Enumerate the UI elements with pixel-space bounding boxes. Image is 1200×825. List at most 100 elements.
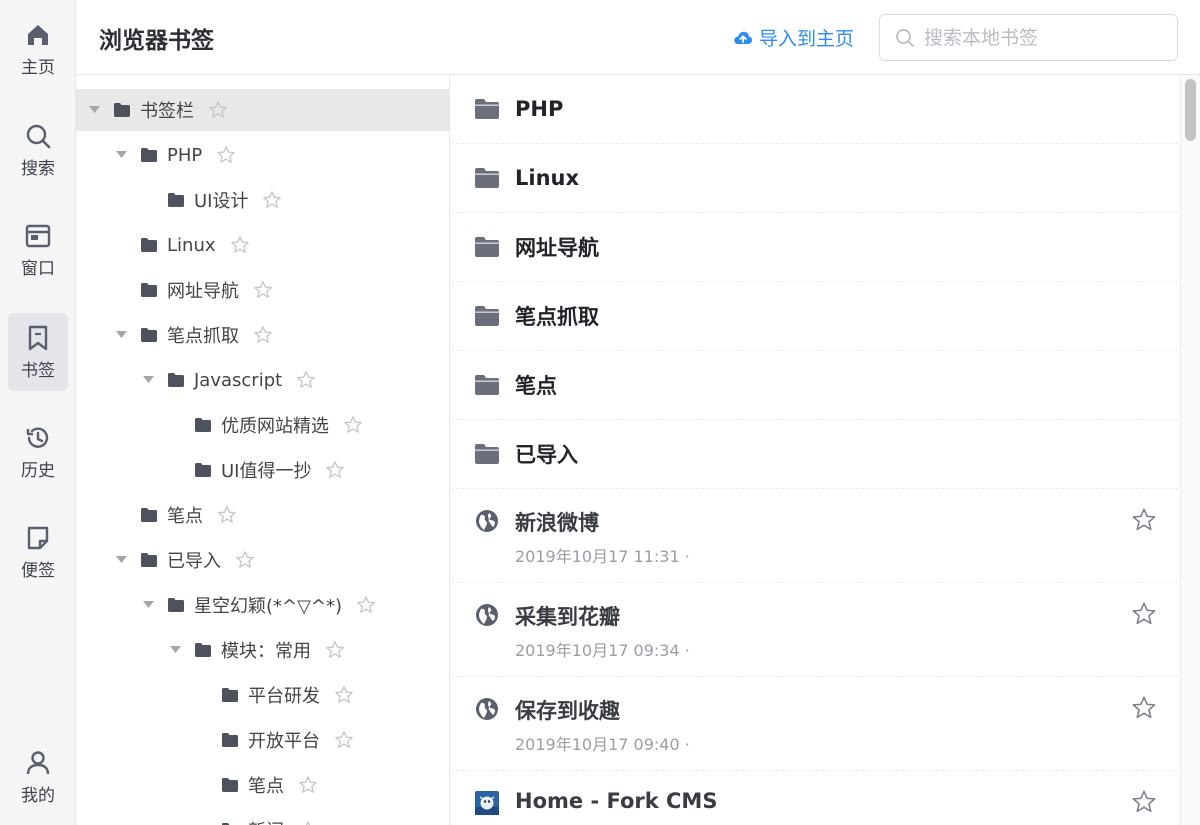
window-icon — [25, 224, 51, 247]
globe-icon — [476, 604, 498, 626]
nav-item-window[interactable]: 窗口 — [8, 211, 68, 289]
import-to-home-button[interactable]: 导入到主页 — [733, 24, 854, 51]
bookmark-title[interactable]: 采集到花瓣 — [515, 601, 620, 631]
tree-item[interactable]: 新闻 — [76, 809, 449, 825]
tree-item[interactable]: PHP — [76, 134, 449, 176]
bookmark-list-item[interactable]: 新浪微博 2019年10月17 11:31 · — [451, 489, 1179, 583]
folder-name: 网址导航 — [515, 236, 599, 260]
folder-list-item[interactable]: 笔点抓取 — [451, 282, 1179, 351]
star-icon[interactable] — [325, 460, 345, 480]
star-icon[interactable] — [296, 370, 316, 390]
tree-item[interactable]: 平台研发 — [76, 674, 449, 716]
scrollbar[interactable] — [1180, 75, 1200, 825]
header-bar: 浏览器书签 导入到主页 — [76, 0, 1200, 75]
tree-item[interactable]: 星空幻颖(*^▽^*) — [76, 584, 449, 626]
star-icon[interactable] — [1131, 601, 1157, 627]
folder-icon — [141, 328, 157, 342]
star-icon[interactable] — [343, 415, 363, 435]
caret-down-icon[interactable] — [142, 374, 154, 386]
tree-item[interactable]: Javascript — [76, 359, 449, 401]
tree-item-label: 笔点 — [248, 776, 284, 797]
bookmark-title[interactable]: Home - Fork CMS — [515, 789, 717, 813]
nav-item-home[interactable]: 主页 — [8, 10, 68, 88]
tree-item[interactable]: 开放平台 — [76, 719, 449, 761]
nav-item-bookmarks[interactable]: 书签 — [8, 313, 68, 391]
star-icon[interactable] — [298, 820, 318, 825]
search-box[interactable] — [879, 14, 1178, 61]
folder-icon — [475, 444, 499, 464]
star-icon[interactable] — [1131, 507, 1157, 533]
tree-item-label: 笔点抓取 — [167, 326, 239, 347]
star-icon[interactable] — [334, 685, 354, 705]
import-to-home-label: 导入到主页 — [759, 28, 855, 50]
tree-item[interactable]: 笔点抓取 — [76, 314, 449, 356]
folder-icon — [475, 99, 499, 119]
star-icon[interactable] — [216, 145, 236, 165]
scrollbar-thumb[interactable] — [1185, 79, 1196, 141]
nav-item-search[interactable]: 搜索 — [8, 111, 68, 189]
tree-item[interactable]: Linux — [76, 224, 449, 266]
folder-icon — [168, 193, 184, 207]
star-icon[interactable] — [1131, 695, 1157, 721]
folder-icon — [222, 778, 238, 792]
nav-item-profile[interactable]: 我的 — [8, 738, 68, 816]
star-icon[interactable] — [1131, 789, 1157, 815]
globe-icon — [476, 698, 498, 720]
caret-down-icon[interactable] — [115, 149, 127, 161]
caret-spacer — [196, 734, 208, 746]
caret-down-icon[interactable] — [142, 599, 154, 611]
caret-down-icon[interactable] — [115, 554, 127, 566]
tree-item[interactable]: 已导入 — [76, 539, 449, 581]
star-icon[interactable] — [253, 325, 273, 345]
folder-icon — [114, 103, 130, 117]
folder-list-item[interactable]: Linux — [451, 144, 1179, 213]
star-icon[interactable] — [217, 505, 237, 525]
tree-item[interactable]: 笔点 — [76, 494, 449, 536]
tree-item[interactable]: 书签栏 — [76, 89, 449, 131]
bookmark-list-item[interactable]: 采集到花瓣 2019年10月17 09:34 · — [451, 583, 1179, 677]
star-icon[interactable] — [334, 730, 354, 750]
folder-name: PHP — [515, 97, 564, 121]
caret-spacer — [115, 284, 127, 296]
folder-list-item[interactable]: PHP — [451, 75, 1179, 144]
search-input[interactable] — [924, 26, 1164, 49]
star-icon[interactable] — [230, 235, 250, 255]
search-icon — [26, 124, 51, 148]
star-icon[interactable] — [298, 775, 318, 795]
tree-item-label: 模块：常用 — [221, 641, 311, 662]
folder-list-item[interactable]: 网址导航 — [451, 213, 1179, 282]
folder-icon — [141, 508, 157, 522]
star-icon[interactable] — [235, 550, 255, 570]
bookmark-icon — [28, 325, 48, 350]
tree-item[interactable]: UI值得一抄 — [76, 449, 449, 491]
caret-down-icon[interactable] — [115, 329, 127, 341]
bookmark-title[interactable]: 新浪微博 — [515, 507, 599, 537]
star-icon[interactable] — [262, 190, 282, 210]
tree-item[interactable]: 优质网站精选 — [76, 404, 449, 446]
star-icon[interactable] — [253, 280, 273, 300]
folder-list-item[interactable]: 已导入 — [451, 420, 1179, 489]
caret-down-icon[interactable] — [88, 104, 100, 116]
tree-item-label: 笔点 — [167, 506, 203, 527]
nav-item-history[interactable]: 历史 — [8, 413, 68, 491]
star-icon[interactable] — [325, 640, 345, 660]
bookmark-list-item[interactable]: Home - Fork CMS — [451, 771, 1179, 825]
tree-item[interactable]: 网址导航 — [76, 269, 449, 311]
bookmark-list-item[interactable]: 保存到收趣 2019年10月17 09:40 · — [451, 677, 1179, 771]
bookmark-list: PHP Linux 网址导航笔点抓取 笔点 已导入 新浪微博 2019年10月17 11:3… — [451, 75, 1179, 825]
tree-item-label: UI值得一抄 — [221, 461, 312, 482]
tree-item[interactable]: 模块：常用 — [76, 629, 449, 671]
nav-item-notes[interactable]: 便签 — [8, 513, 68, 591]
folder-icon — [195, 418, 211, 432]
bookmark-title[interactable]: 保存到收趣 — [515, 695, 620, 725]
folder-list-item[interactable]: 笔点 — [451, 351, 1179, 420]
folder-icon — [475, 375, 499, 395]
star-icon[interactable] — [356, 595, 376, 615]
tree-item[interactable]: UI设计 — [76, 179, 449, 221]
folder-icon — [475, 237, 499, 257]
folder-icon — [141, 238, 157, 252]
caret-spacer — [142, 194, 154, 206]
caret-down-icon[interactable] — [169, 644, 181, 656]
tree-item[interactable]: 笔点 — [76, 764, 449, 806]
star-icon[interactable] — [208, 100, 228, 120]
